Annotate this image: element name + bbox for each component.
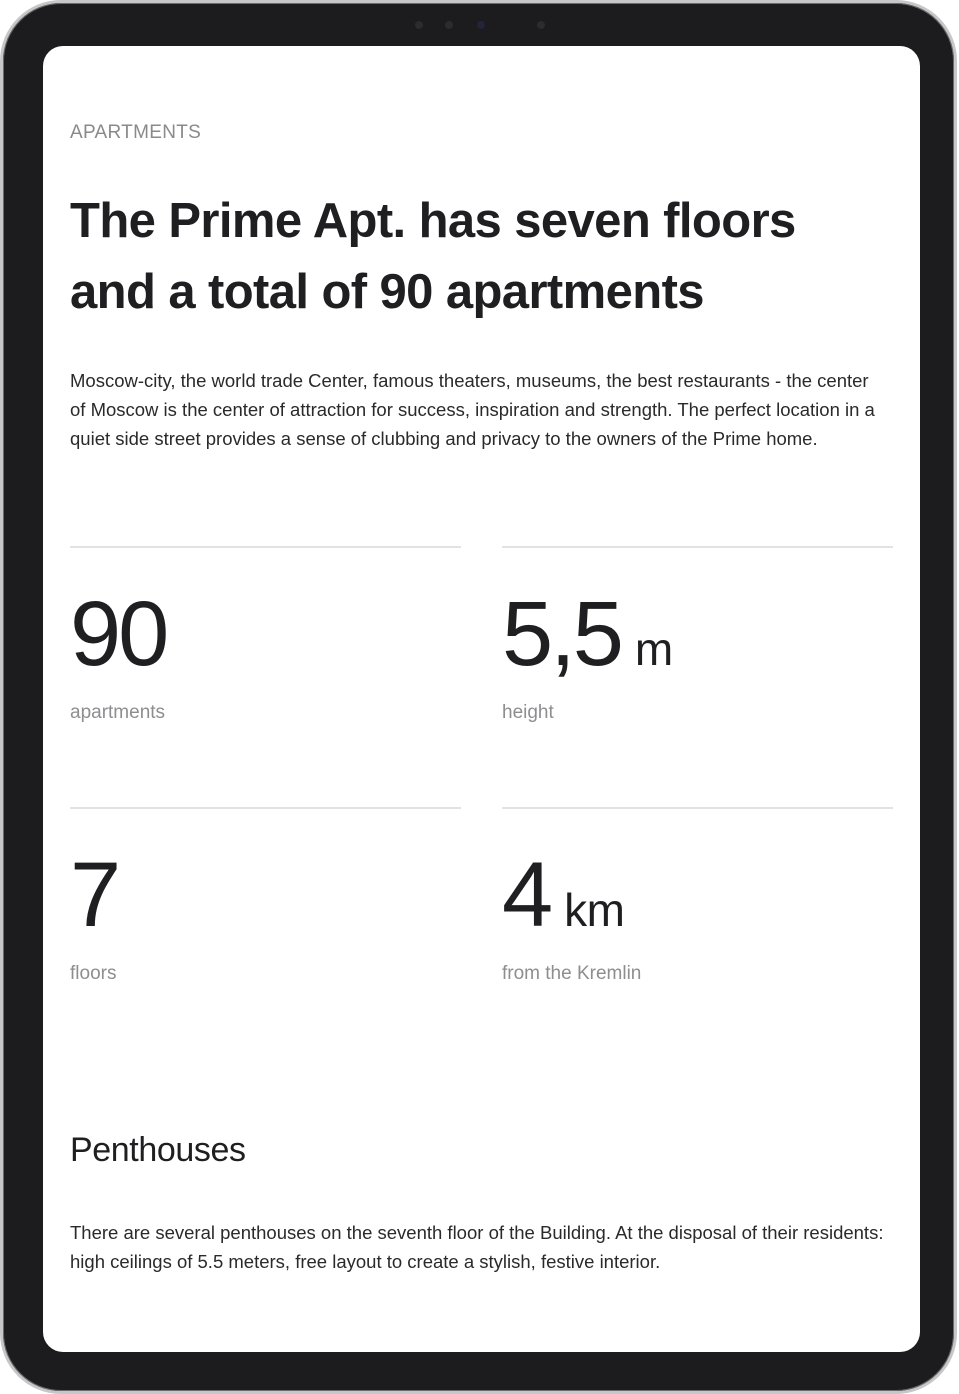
volume-up-button xyxy=(954,98,957,150)
tablet-frame: APARTMENTS The Prime Apt. has seven floo… xyxy=(3,3,954,1391)
section-eyebrow: APARTMENTS xyxy=(70,122,202,143)
stat-value: 5,5 m xyxy=(502,588,673,680)
stat-number: 5,5 xyxy=(502,583,624,685)
sensor-icon xyxy=(537,21,545,29)
stat-number: 90 xyxy=(70,583,169,685)
sensor-icon xyxy=(415,21,423,29)
intro-paragraph: Moscow-city, the world trade Center, fam… xyxy=(70,370,875,449)
stat-distance: 4 km from the Kremlin xyxy=(502,807,893,984)
stat-number: 7 xyxy=(70,844,121,946)
stat-unit: m xyxy=(634,623,673,675)
stat-label: floors xyxy=(70,963,117,984)
camera-icon xyxy=(477,21,485,29)
stat-value: 7 xyxy=(70,849,121,941)
sensor-icon xyxy=(445,21,453,29)
stat-unit: km xyxy=(564,884,625,936)
stat-value: 90 xyxy=(70,588,169,680)
volume-down-button xyxy=(954,158,957,210)
stat-height: 5,5 m height xyxy=(502,546,893,723)
stat-value: 4 km xyxy=(502,849,625,941)
stat-label: height xyxy=(502,702,554,723)
page-title: The Prime Apt. has seven floors and a to… xyxy=(70,194,796,319)
stat-label: apartments xyxy=(70,702,166,723)
stat-apartments: 90 apartments xyxy=(70,546,461,723)
stat-label: from the Kremlin xyxy=(502,963,642,984)
penthouses-paragraph: There are several penthouses on the seve… xyxy=(70,1222,884,1272)
screen: APARTMENTS The Prime Apt. has seven floo… xyxy=(43,46,920,1352)
stat-number: 4 xyxy=(502,844,553,946)
penthouses-heading: Penthouses xyxy=(70,1131,246,1169)
stat-floors: 7 floors xyxy=(70,807,461,984)
